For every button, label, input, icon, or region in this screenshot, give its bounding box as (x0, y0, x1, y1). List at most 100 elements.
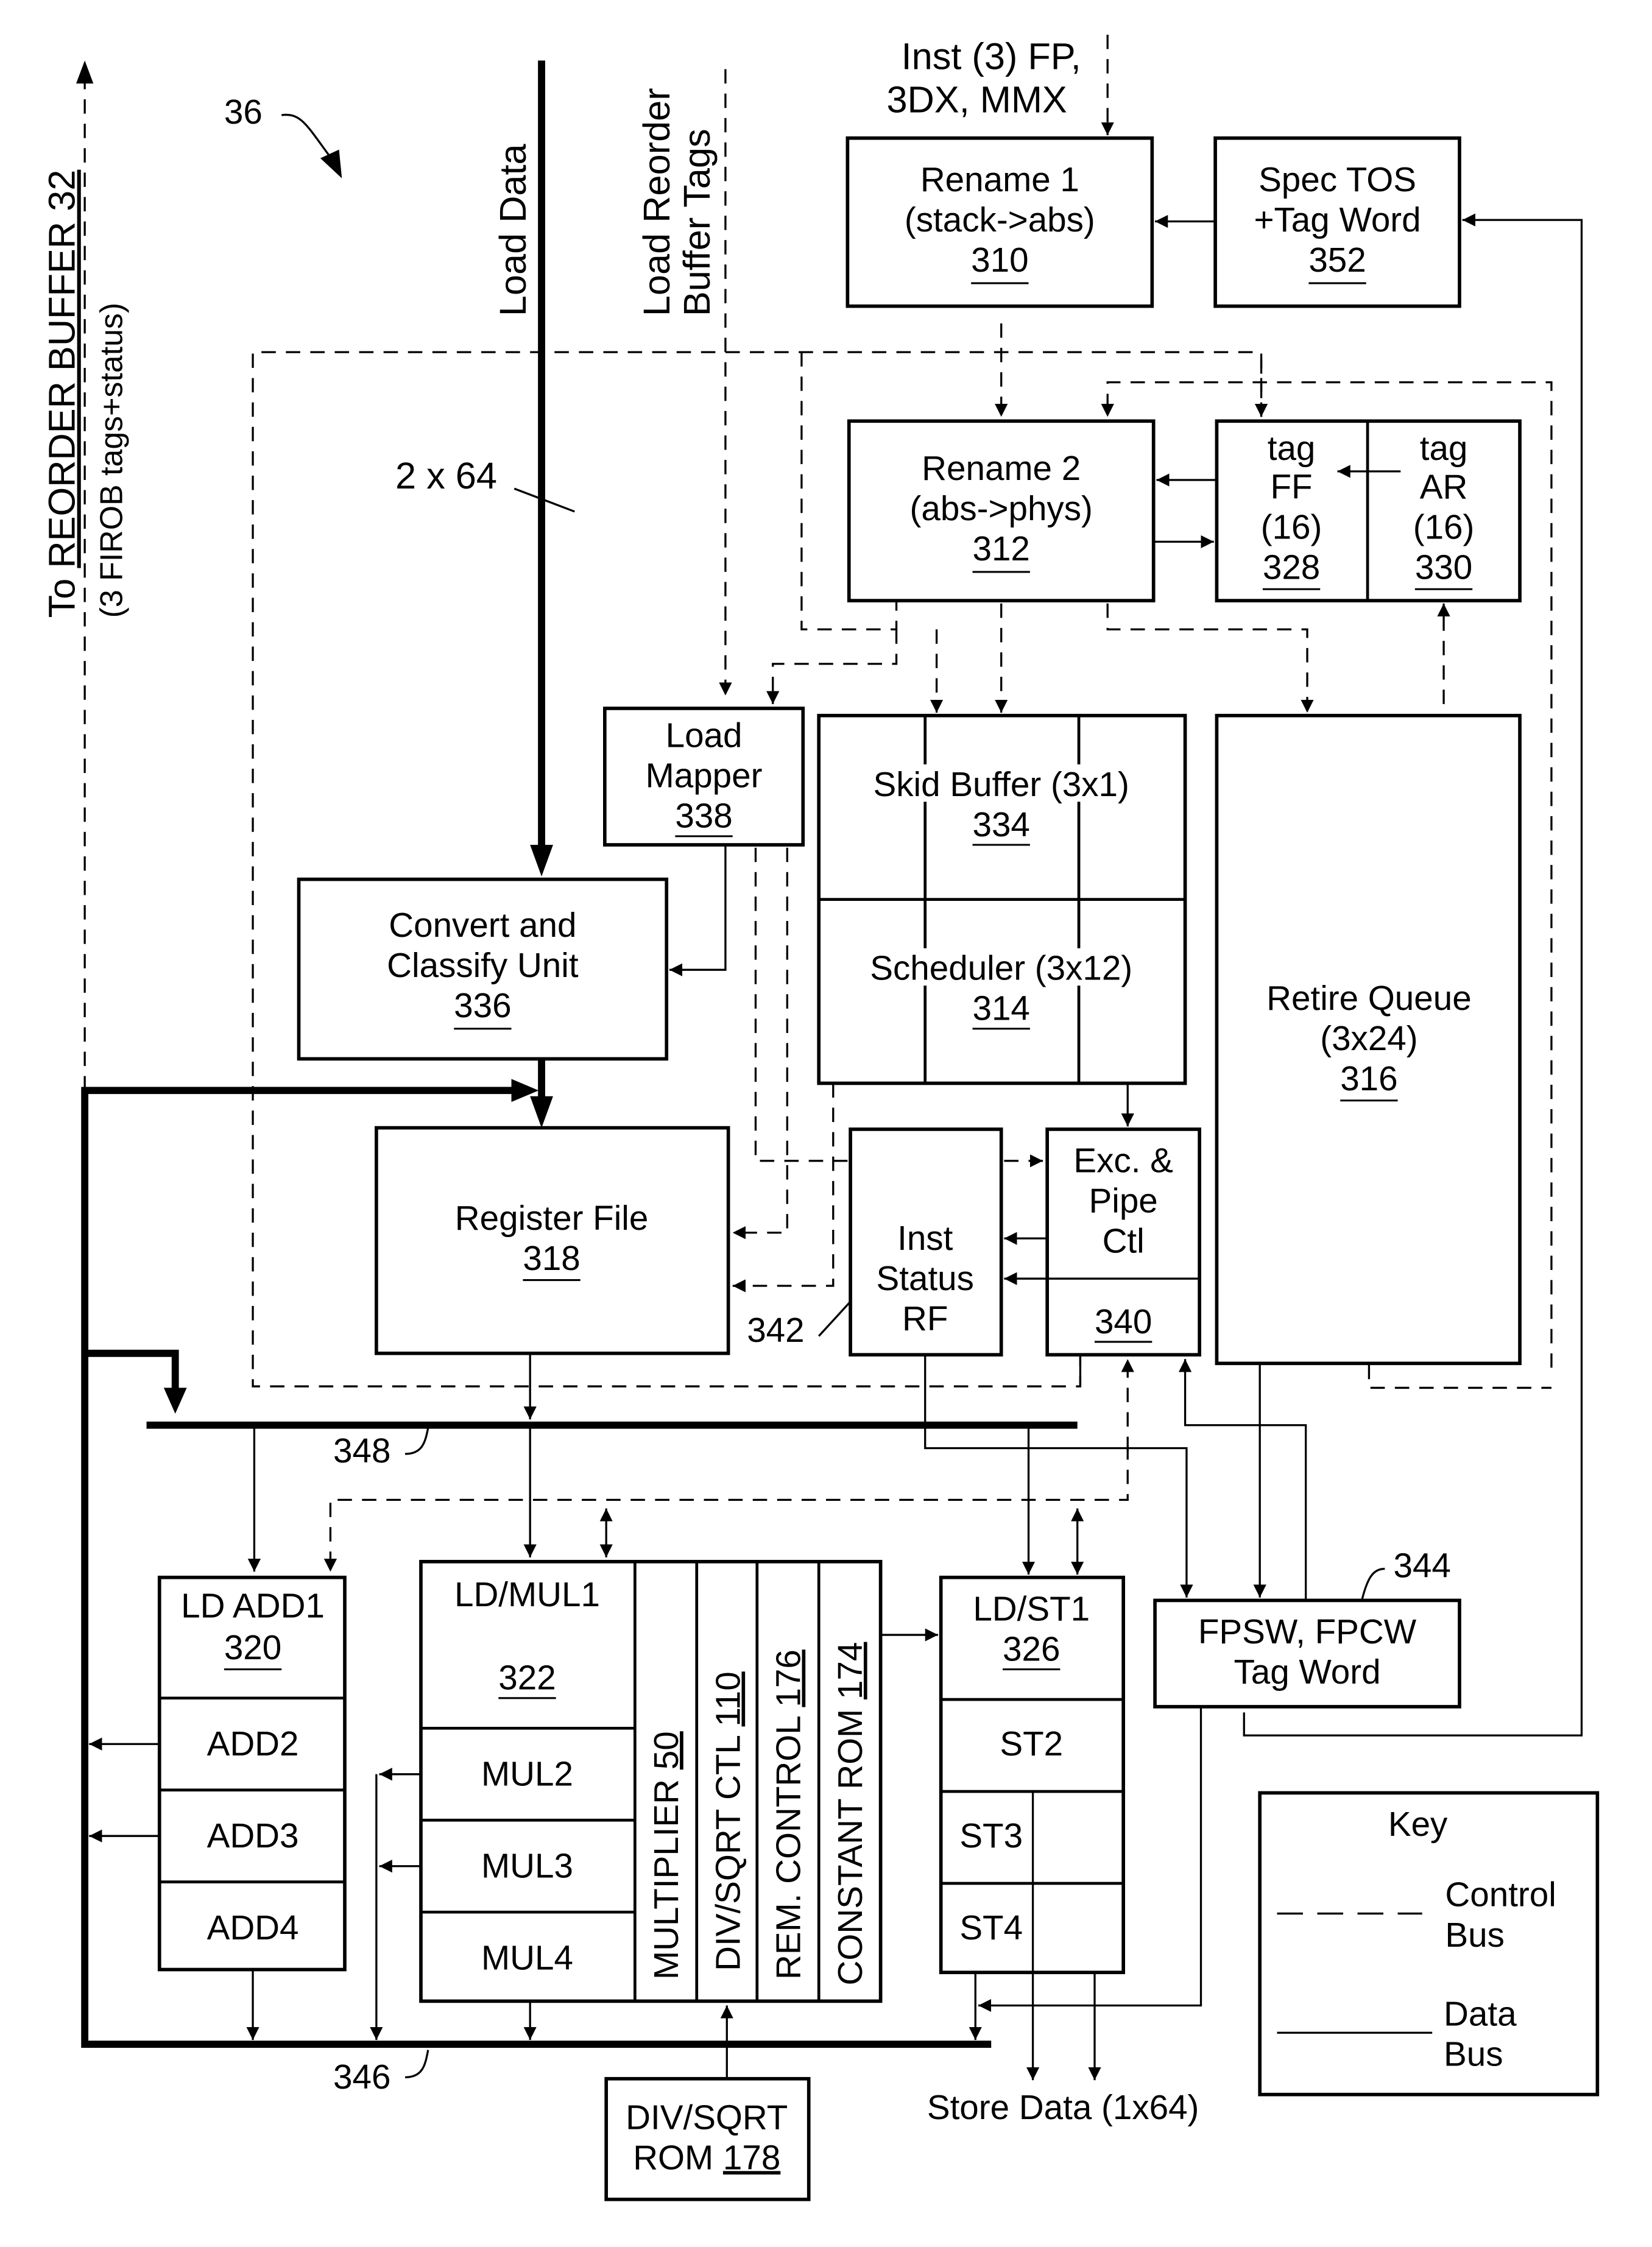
exc-pipe-line2: Pipe (1089, 1182, 1158, 1220)
scheduler-title: Scheduler (3x12) (870, 949, 1132, 987)
inst-status-to-fpsw (924, 1355, 1193, 1598)
figure-ref-leader (281, 113, 334, 162)
convert-classify-ref: 336 (454, 986, 511, 1025)
mapper-to-regfile (732, 847, 788, 1240)
ld-add-block[interactable]: LD ADD1 320 ADD2 ADD3 ADD4 (157, 1575, 347, 1972)
down-arrow-icon (530, 1096, 553, 1128)
exc-pipe-line3: Ctl (1103, 1222, 1145, 1260)
tag-ff-ref: 328 (1263, 548, 1320, 587)
tag-ff-line1: tag (1268, 429, 1316, 467)
rename2-title: Rename 2 (922, 449, 1081, 487)
load-rob-tags-label-1: Load Reorder (635, 88, 677, 316)
st3-stage: ST3 (959, 1816, 1023, 1855)
spec-tos-block[interactable]: Spec TOS +Tag Word 352 (1213, 136, 1461, 308)
rename2-subtitle: (abs->phys) (910, 489, 1093, 527)
fpsw-subtitle: Tag Word (1234, 1653, 1380, 1691)
load-data-label: Load Data (492, 143, 534, 316)
down-arrow-icon (530, 844, 553, 877)
retire-queue-block[interactable]: Retire Queue (3x24) 316 (1215, 713, 1522, 1366)
convert-classify-subtitle: Classify Unit (387, 946, 579, 984)
tag-ar-line1: tag (1420, 429, 1468, 467)
mapper-to-convert (669, 844, 727, 976)
div-sqrt-rom-subtitle: ROM 178 (633, 2138, 780, 2176)
add3-stage: ADD3 (207, 1816, 299, 1855)
inst-input-label-2: 3DX, MMX (886, 78, 1067, 120)
rename2-to-load-mapper (766, 629, 898, 704)
figure-ref-label: 36 (224, 93, 263, 131)
operand-bus-ref: 348 (333, 1431, 390, 1470)
div-sqrt-ctl-label: DIV/SQRT CTL 110 (709, 1671, 747, 1971)
exc-pipe-line1: Exc. & (1073, 1141, 1173, 1180)
ld-add-title: LD ADD1 (181, 1587, 325, 1625)
mul2-stage: MUL2 (481, 1755, 573, 1793)
inst-input-label-1: Inst (3) FP, (902, 35, 1081, 77)
spec-tos-subtitle: +Tag Word (1254, 200, 1421, 239)
instruction-input: Inst (3) FP, 3DX, MMX (886, 34, 1114, 136)
convert-classify-title: Convert and (389, 906, 576, 944)
skid-buffer-ref: 334 (973, 805, 1030, 844)
div-sqrt-rom-block[interactable]: DIV/SQRT ROM 178 (604, 2076, 811, 2201)
retire-queue-ref: 316 (1340, 1059, 1397, 1098)
load-mapper-subtitle: Mapper (646, 757, 763, 795)
load-rob-tags-label-2: Buffer Tags (676, 129, 718, 316)
result-bus-ref: 346 (333, 2058, 390, 2096)
ld-st-block[interactable]: LD/ST1 326 ST2 ST3 ST4 (939, 1575, 1125, 1975)
ld-st-title: LD/ST1 (973, 1589, 1090, 1628)
retire-queue-out (1368, 1364, 1551, 1389)
rename2-to-retire (1106, 603, 1314, 713)
up-arrow-icon (76, 60, 94, 84)
multiplier-label: MULTIPLIER 50 (647, 1731, 685, 1980)
rename1-title: Rename 1 (920, 160, 1079, 199)
load-data-bus: Load Data 2 x 64 (395, 60, 575, 877)
exc-pipe-ref: 340 (1095, 1302, 1152, 1341)
control-to-add (323, 1445, 1129, 1572)
load-rob-tags: Load Reorder Buffer Tags (635, 69, 732, 696)
mul3-stage: MUL3 (481, 1847, 573, 1885)
fpsw-block[interactable]: FPSW, FPCW Tag Word (1153, 1598, 1461, 1709)
load-mapper-block[interactable]: Load Mapper 338 (602, 707, 805, 847)
result-bus-ref-leader (404, 2050, 429, 2079)
rename1-block[interactable]: Rename 1 (stack->abs) 310 (845, 136, 1154, 308)
legend-control-bus-label-1: Control (1445, 1875, 1556, 1914)
constant-rom-label: CONSTANT ROM 174 (831, 1642, 869, 1986)
tag-registers-block[interactable]: tag FF (16) 328 tag AR (16) 330 (1215, 419, 1522, 602)
retire-queue-subtitle: (3x24) (1320, 1019, 1417, 1057)
rename2-block[interactable]: Rename 2 (abs->phys) 312 (847, 419, 1156, 602)
st4-stage: ST4 (959, 1908, 1023, 1947)
ld-st-ref: 326 (1003, 1629, 1060, 1668)
rename2-ref: 312 (973, 529, 1030, 568)
load-mapper-ref: 338 (675, 797, 732, 835)
inst-status-line1: Inst (897, 1219, 953, 1257)
reorder-buffer-output: To REORDER BUFFER 32 (3 FIROB tags+statu… (41, 60, 129, 1092)
reorder-buffer-label: To REORDER BUFFER 32 (41, 170, 83, 618)
legend-control-bus-label-2: Bus (1445, 1916, 1505, 1954)
ld-mul-title: LD/MUL1 (454, 1575, 600, 1614)
ref-342: 342 (747, 1311, 804, 1349)
legend-data-bus-label-2: Bus (1444, 2035, 1503, 2073)
register-file-block[interactable]: Register File 318 (375, 1126, 730, 1355)
inst-status-rf-block[interactable]: Inst Status RF (849, 1127, 1003, 1357)
fpu-block-diagram: 36 To REORDER BUFFER 32 (3 FIROB tags+st… (41, 34, 1600, 2201)
reorder-buffer-sublabel: (3 FIROB tags+status) (93, 303, 129, 618)
tag-ff-line3: (16) (1261, 508, 1322, 546)
skid-scheduler-block[interactable]: Skid Buffer (3x1) 334 Scheduler (3x12) 3… (817, 713, 1187, 1085)
retire-queue-title: Retire Queue (1266, 979, 1472, 1017)
ref-344-leader (1361, 1567, 1385, 1601)
convert-classify-block[interactable]: Convert and Classify Unit 336 (297, 877, 669, 1061)
skid-buffer-title: Skid Buffer (3x1) (874, 765, 1129, 803)
ld-mul-block[interactable]: LD/MUL1 322 MUL2 MUL3 MUL4 MULTIPLIER 50… (419, 1559, 883, 2003)
tag-ar-line3: (16) (1413, 508, 1475, 546)
figure-ref-36: 36 (224, 93, 342, 178)
load-mapper-title: Load (666, 716, 743, 755)
rem-control-label: REM. CONTROL 176 (769, 1649, 808, 1980)
figure-ref-arrow-icon (320, 149, 342, 178)
register-file-ref: 318 (523, 1239, 580, 1277)
scheduler-to-regfile (732, 1083, 835, 1293)
spec-tos-title: Spec TOS (1258, 160, 1416, 199)
tag-ar-ref: 330 (1415, 548, 1472, 587)
exc-pipe-ctl-block[interactable]: Exc. & Pipe Ctl 340 (1045, 1127, 1201, 1357)
tag-ff-line2: FF (1271, 468, 1313, 506)
rename1-ref: 310 (971, 241, 1028, 279)
result-bus-branch (85, 1349, 179, 1394)
ref-342-leader (817, 1300, 852, 1337)
